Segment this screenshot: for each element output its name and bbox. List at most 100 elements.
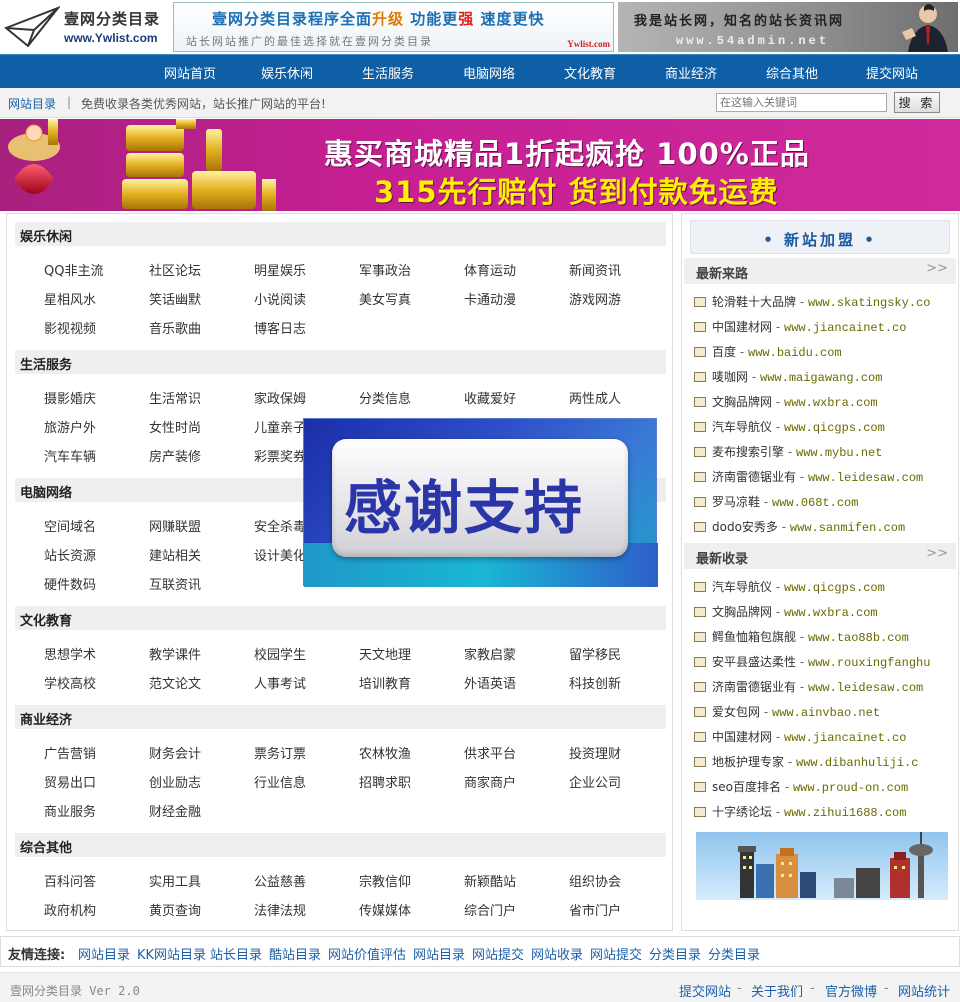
category-link[interactable]: 小说阅读 [254,289,306,308]
category-link[interactable]: 创业励志 [149,772,201,791]
nav-culture-education[interactable]: 文化教育 [564,63,616,82]
breadcrumb-directory[interactable]: 网站目录 [8,95,56,112]
category-link[interactable]: 科技创新 [569,673,621,692]
category-link[interactable]: 商业服务 [44,801,96,820]
friend-link[interactable]: 网站价值评估 [328,944,406,963]
category-link[interactable]: 空间域名 [44,516,96,535]
category-link[interactable]: 培训教育 [359,673,411,692]
more-arrows-icon[interactable]: >> [926,261,948,276]
category-link[interactable]: 行业信息 [254,772,306,791]
list-item[interactable]: dodo安秀多 - www.sanmifen.com [694,518,956,535]
category-link[interactable]: 票务订票 [254,743,306,762]
category-link[interactable]: 卡通动漫 [464,289,516,308]
category-link[interactable]: 综合门户 [464,900,516,919]
category-link[interactable]: 新颖酷站 [464,871,516,890]
category-link[interactable]: 旅游户外 [44,417,96,436]
category-link[interactable]: 房产装修 [149,446,201,465]
category-link[interactable]: 互联资讯 [149,574,201,593]
category-link[interactable]: 组织协会 [569,871,621,890]
category-link[interactable]: 站长资源 [44,545,96,564]
list-item[interactable]: 济南雷德锯业有 - www.leidesaw.com [694,468,956,485]
category-link[interactable]: 财经金融 [149,801,201,820]
list-item[interactable]: 罗马凉鞋 - www.068t.com [694,493,956,510]
friend-link[interactable]: 网站目录 [78,944,130,963]
category-link[interactable]: 汽车车辆 [44,446,96,465]
category-header-other[interactable]: 综合其他 [15,833,666,857]
category-link[interactable]: 设计美化 [254,545,306,564]
category-link[interactable]: 农林牧渔 [359,743,411,762]
friend-link[interactable]: 网站提交 [472,944,524,963]
category-link[interactable]: 建站相关 [149,545,201,564]
friend-link[interactable]: 网站提交 [590,944,642,963]
category-link[interactable]: 宗教信仰 [359,871,411,890]
category-header-business[interactable]: 商业经济 [15,705,666,729]
category-link[interactable]: QQ非主流 [44,260,103,279]
category-link[interactable]: 黄页查询 [149,900,201,919]
category-link[interactable]: 贸易出口 [44,772,96,791]
category-link[interactable]: 女性时尚 [149,417,201,436]
list-item[interactable]: 汽车导航仪 - www.qicgps.com [694,578,956,595]
category-link[interactable]: 军事政治 [359,260,411,279]
list-item[interactable]: 地板护理专家 - www.dibanhuliji.c [694,753,956,770]
category-link[interactable]: 儿童亲子 [254,417,306,436]
friend-link[interactable]: 分类目录 [708,944,760,963]
category-link[interactable]: 网赚联盟 [149,516,201,535]
category-link[interactable]: 政府机构 [44,900,96,919]
category-link[interactable]: 法律法规 [254,900,306,919]
list-item[interactable]: 文胸品牌网 - www.wxbra.com [694,393,956,410]
header-ad-ywlist[interactable]: 壹网分类目录程序全面升级 功能更强 速度更快 站长网站推广的最佳选择就在壹网分类… [173,2,614,52]
header-ad-54admin[interactable]: 我是站长网，知名的站长资讯网 www.54admin.net [618,2,958,52]
list-item[interactable]: 文胸品牌网 - www.wxbra.com [694,603,956,620]
category-link[interactable]: 影视视频 [44,318,96,337]
category-link[interactable]: 实用工具 [149,871,201,890]
category-link[interactable]: 教学课件 [149,644,201,663]
friend-link[interactable]: 网站收录 [531,944,583,963]
category-link[interactable]: 百科问答 [44,871,96,890]
list-item[interactable]: 鳄鱼恤箱包旗舰 - www.tao88b.com [694,628,956,645]
friend-link[interactable]: 酷站目录 [269,944,321,963]
nav-entertainment[interactable]: 娱乐休闲 [261,63,313,82]
list-item[interactable]: 济南雷德锯业有 - www.leidesaw.com [694,678,956,695]
category-link[interactable]: 体育运动 [464,260,516,279]
list-item[interactable]: 唛咖网 - www.maigawang.com [694,368,956,385]
nav-submit-site[interactable]: 提交网站 [866,63,918,82]
category-link[interactable]: 省市门户 [569,900,621,919]
category-link[interactable]: 留学移民 [569,644,621,663]
footer-link-stats[interactable]: 网站统计 [898,981,950,1000]
search-button[interactable]: 搜 索 [894,92,940,113]
category-link[interactable]: 学校高校 [44,673,96,692]
category-link[interactable]: 人事考试 [254,673,306,692]
category-link[interactable]: 范文论文 [149,673,201,692]
category-link[interactable]: 摄影婚庆 [44,388,96,407]
list-item[interactable]: 轮滑鞋十大品牌 - www.skatingsky.co [694,293,956,310]
friend-link[interactable]: 站长目录 [210,944,262,963]
category-link[interactable]: 美女写真 [359,289,411,308]
category-link[interactable]: 两性成人 [569,388,621,407]
category-link[interactable]: 企业公司 [569,772,621,791]
list-item[interactable]: 中国建材网 - www.jiancainet.co [694,728,956,745]
category-link[interactable]: 星相风水 [44,289,96,308]
category-link[interactable]: 招聘求职 [359,772,411,791]
list-item[interactable]: 百度 - www.baidu.com [694,343,956,360]
category-link[interactable]: 笑话幽默 [149,289,201,308]
join-site-box[interactable]: • 新站加盟 • [690,220,950,254]
category-link[interactable]: 博客日志 [254,318,306,337]
list-item[interactable]: 安平县盛达柔性 - www.rouxingfanghu [694,653,956,670]
category-link[interactable]: 商家商户 [464,772,516,791]
category-link[interactable]: 游戏网游 [569,289,621,308]
category-link[interactable]: 供求平台 [464,743,516,762]
thanks-popup[interactable]: 感谢支持 [303,418,658,587]
category-header-life[interactable]: 生活服务 [15,350,666,374]
category-link[interactable]: 家教启蒙 [464,644,516,663]
list-item[interactable]: 麦布搜索引擎 - www.mybu.net [694,443,956,460]
promo-banner[interactable]: 惠买商城精品1折起疯抢 100%正品 315先行赔付 货到付款免运费 [0,119,960,211]
nav-other[interactable]: 综合其他 [766,63,818,82]
category-header-culture[interactable]: 文化教育 [15,606,666,630]
nav-computer-network[interactable]: 电脑网络 [463,63,515,82]
friend-link[interactable]: 网站目录 [413,944,465,963]
footer-link-about[interactable]: 关于我们 [751,981,803,1000]
more-arrows-icon[interactable]: >> [926,546,948,561]
list-item[interactable]: 汽车导航仪 - www.qicgps.com [694,418,956,435]
nav-business[interactable]: 商业经济 [665,63,717,82]
category-link[interactable]: 生活常识 [149,388,201,407]
